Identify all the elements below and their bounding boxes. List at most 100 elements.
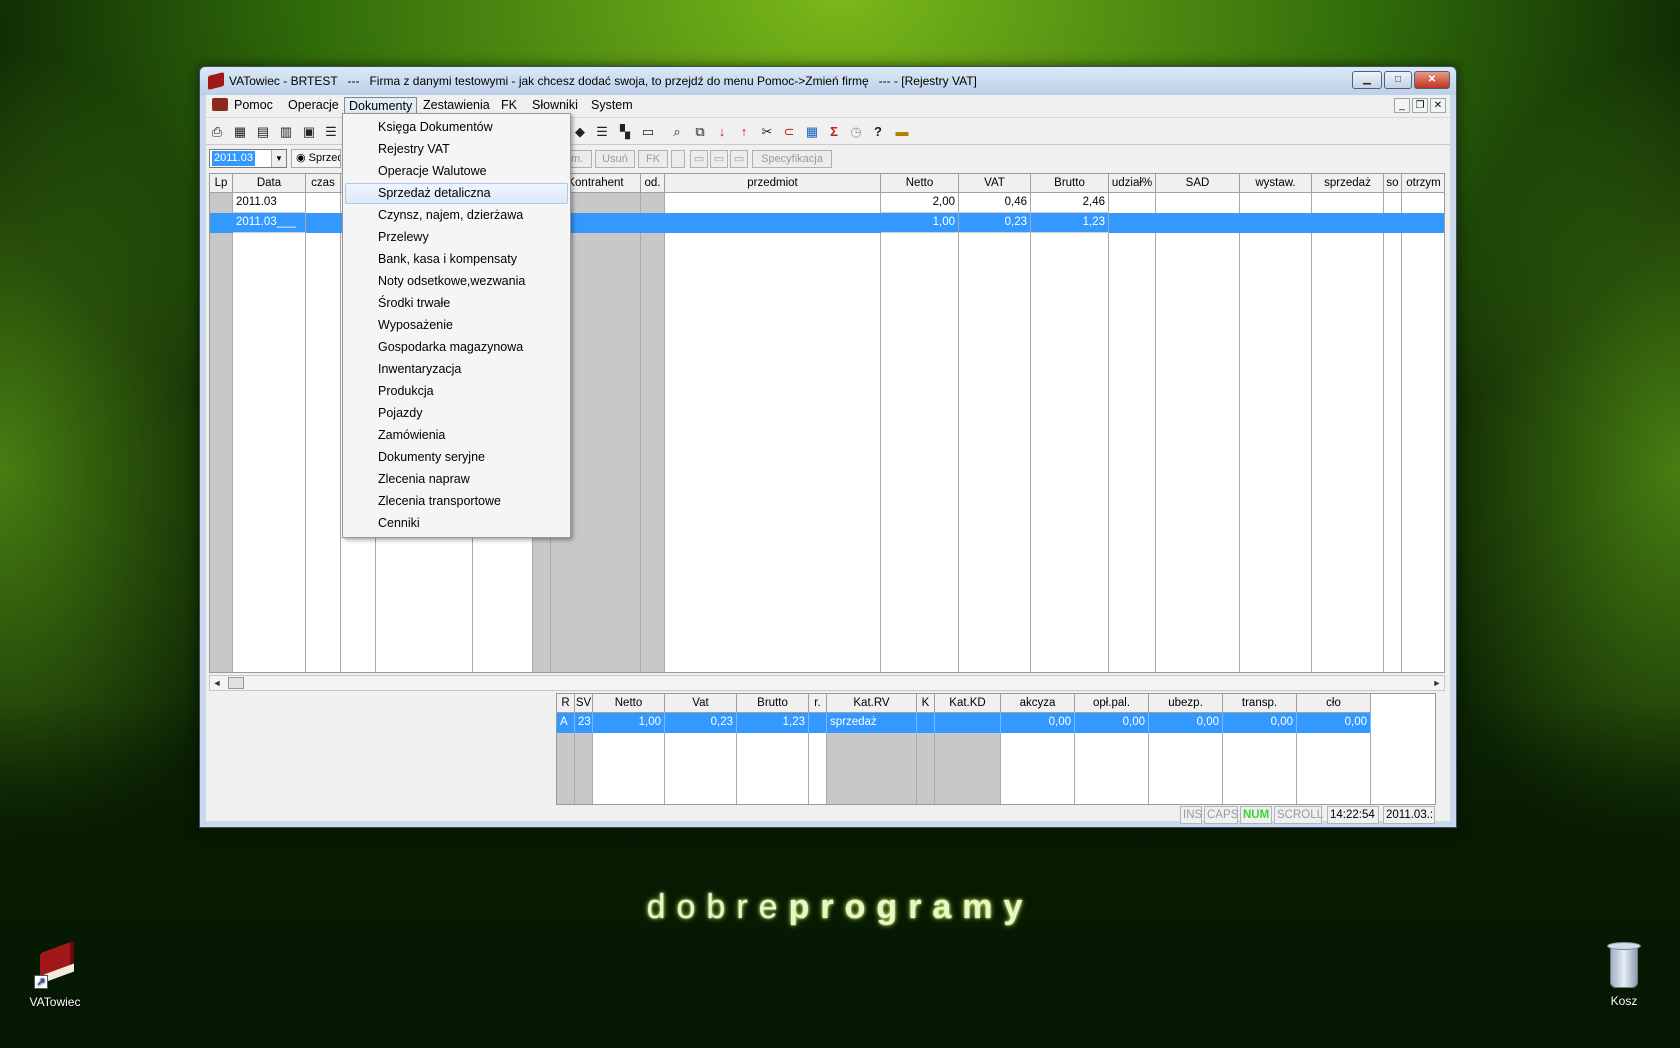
menu-item-inwentaryzacja[interactable]: Inwentaryzacja [345,359,568,380]
small-button[interactable] [671,150,685,168]
col-header[interactable]: otrzym [1402,174,1444,193]
horizontal-scrollbar[interactable]: ◄ ► [209,675,1445,691]
col-header[interactable]: cło [1297,694,1371,713]
close-button[interactable]: ✕ [1414,71,1450,89]
menu-item-rejestry-vat[interactable]: Rejestry VAT [345,139,568,160]
document-icon[interactable]: ☰ [594,124,610,140]
menu-item-zlecenia-transportowe[interactable]: Zlecenia transportowe [345,491,568,512]
col-header[interactable]: K [917,694,935,713]
col-header[interactable]: R [557,694,575,713]
menu-zestawienia[interactable]: Zestawienia [419,97,494,114]
title-bar[interactable]: VATowiec - BRTEST --- Firma z danymi tes… [200,67,1456,95]
calculator-icon[interactable]: ▤ [255,124,271,140]
col-header[interactable]: so [1384,174,1402,193]
scroll-left-icon[interactable]: ◄ [210,676,224,690]
col-header[interactable]: Kat.KD [935,694,1001,713]
mdi-minimize-button[interactable]: _ [1394,98,1410,113]
palette-icon[interactable]: ◆ [572,124,588,140]
desktop-icon-vatowiec[interactable]: ↗ VATowiec [22,940,88,1009]
menu-item-srodki-trwale[interactable]: Środki trwałe [345,293,568,314]
col-header[interactable]: SAD [1156,174,1240,193]
col-header[interactable]: od. [641,174,665,193]
scroll-thumb[interactable] [228,677,244,689]
menu-item-zamowienia[interactable]: Zamówienia [345,425,568,446]
grid-icon[interactable]: ▚ [617,124,633,140]
col-header[interactable]: VAT [959,174,1031,193]
col-header[interactable]: akcyza [1001,694,1075,713]
minimize-button[interactable]: ▁ [1352,71,1382,89]
period-combo[interactable]: 2011.03 ▼ [209,149,287,168]
menu-pomoc[interactable]: Pomoc [230,97,277,114]
printer-icon[interactable]: ⎙ [209,124,225,140]
specification-button[interactable]: Specyfikacja [752,150,832,168]
col-header[interactable]: Data [233,174,306,193]
menu-dokumenty[interactable]: Dokumenty [344,97,418,114]
menu-item-bank-kasa[interactable]: Bank, kasa i kompensaty [345,249,568,270]
clock-icon[interactable]: ◷ [848,124,864,140]
col-header[interactable]: opł.pal. [1075,694,1149,713]
menu-item-dokumenty-seryjne[interactable]: Dokumenty seryjne [345,447,568,468]
nav-prev-button[interactable]: ▭ [710,150,728,168]
vat-rates-table[interactable]: R SV Netto Vat Brutto r. Kat.RV K Kat.KD… [556,693,1436,805]
sort-desc-icon[interactable]: ↑ [736,124,752,140]
col-header[interactable]: Netto [881,174,959,193]
card-icon[interactable]: ▬ [894,124,910,140]
link-icon[interactable]: ⊂ [781,124,797,140]
col-header[interactable]: czas [306,174,341,193]
mdi-restore-button[interactable]: ❐ [1412,98,1428,113]
nav-first-button[interactable]: ▭ [690,150,708,168]
desktop-icon-kosz[interactable]: Kosz [1594,942,1654,1008]
col-header[interactable]: udział% [1109,174,1156,193]
delete-button[interactable]: Usuń [595,150,635,168]
nav-next-button[interactable]: ▭ [730,150,748,168]
menu-item-wyposazenie[interactable]: Wyposażenie [345,315,568,336]
col-header[interactable]: Brutto [1031,174,1109,193]
col-header[interactable]: Netto [593,694,665,713]
calendar-icon[interactable]: ▦ [232,124,248,140]
search-icon[interactable]: ⌕ [669,124,685,140]
col-header[interactable]: Lp [210,174,233,193]
bar-chart-icon[interactable]: ▥ [278,124,294,140]
menu-item-pojazdy[interactable]: Pojazdy [345,403,568,424]
scroll-right-icon[interactable]: ► [1430,676,1444,690]
menu-operacje[interactable]: Operacje [284,97,343,114]
col-header[interactable]: wystaw. [1240,174,1312,193]
menu-item-ksiega-dokumentow[interactable]: Księga Dokumentów [345,117,568,138]
menu-item-czynsz[interactable]: Czynsz, najem, dzierżawa [345,205,568,226]
col-header[interactable]: Vat [665,694,737,713]
copy-icon[interactable]: ⧉ [692,124,708,140]
calculator2-icon[interactable]: ▣ [301,124,317,140]
col-header[interactable]: transp. [1223,694,1297,713]
maximize-button[interactable]: □ [1384,71,1412,89]
menu-slowniki[interactable]: Słowniki [528,97,582,114]
sort-asc-icon[interactable]: ↓ [714,124,730,140]
menu-item-sprzedaz-detaliczna[interactable]: Sprzedaż detaliczna [345,183,568,204]
col-header[interactable]: r. [809,694,827,713]
menu-item-produkcja[interactable]: Produkcja [345,381,568,402]
table-row-selected[interactable]: A 23 1,00 0,23 1,23 sprzedaż 0,00 0,00 0… [557,713,1371,733]
menu-item-gospodarka-magazynowa[interactable]: Gospodarka magazynowa [345,337,568,358]
mdi-close-button[interactable]: ✕ [1430,98,1446,113]
cut-icon[interactable]: ✂ [759,124,775,140]
list-icon[interactable]: ☰ [323,124,339,140]
menu-item-zlecenia-napraw[interactable]: Zlecenia napraw [345,469,568,490]
table-icon[interactable]: ▦ [804,124,820,140]
help-icon[interactable]: ? [870,124,886,140]
sales-radio[interactable]: ◉ Sprzed [291,149,341,168]
eraser-icon[interactable]: ▭ [640,124,656,140]
col-header[interactable]: ubezp. [1149,694,1223,713]
col-header[interactable]: SV [575,694,593,713]
col-header[interactable]: Brutto [737,694,809,713]
menu-system[interactable]: System [587,97,637,114]
menu-item-cenniki[interactable]: Cenniki [345,513,568,534]
menu-item-noty-odsetkowe[interactable]: Noty odsetkowe,wezwania [345,271,568,292]
fk-button[interactable]: FK [638,150,668,168]
menu-app-icon[interactable] [212,98,228,111]
col-header[interactable]: przedmiot [665,174,881,193]
chevron-down-icon[interactable]: ▼ [271,150,286,167]
sigma-icon[interactable]: Σ [826,124,842,140]
menu-item-przelewy[interactable]: Przelewy [345,227,568,248]
col-header[interactable]: sprzedaż [1312,174,1384,193]
menu-fk[interactable]: FK [497,97,521,114]
menu-item-operacje-walutowe[interactable]: Operacje Walutowe [345,161,568,182]
